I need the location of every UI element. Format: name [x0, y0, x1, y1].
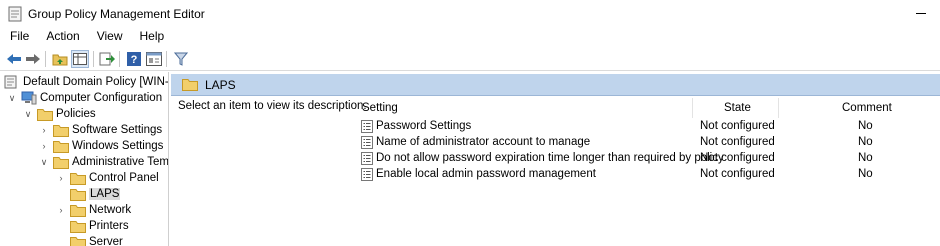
- tree-item-default-domain-policy[interactable]: Default Domain Policy [WIN-P3: [4, 74, 169, 90]
- menu-help[interactable]: Help: [130, 28, 172, 47]
- menu-action[interactable]: Action: [36, 28, 86, 47]
- setting-state: Not configured: [700, 120, 775, 132]
- properties-icon[interactable]: [145, 50, 163, 68]
- computer-icon: [21, 91, 37, 105]
- setting-name: Name of administrator account to manage: [376, 136, 591, 148]
- toolbar-separator: [166, 51, 167, 67]
- chevron-right-icon[interactable]: ›: [56, 170, 66, 186]
- console-tree: Default Domain Policy [WIN-P3 ∨ Computer…: [0, 72, 169, 246]
- toolbar-separator: [119, 51, 120, 67]
- tree-item-label: Control Panel: [89, 172, 159, 184]
- folder-icon: [182, 78, 198, 94]
- tree-item-label: Printers: [89, 220, 129, 232]
- tree-item-label: Policies: [56, 108, 96, 120]
- menu-view[interactable]: View: [87, 28, 130, 47]
- column-divider[interactable]: [692, 98, 693, 118]
- title-bar: Group Policy Management Editor: [0, 0, 940, 28]
- export-list-icon[interactable]: [98, 50, 116, 68]
- pane-title: LAPS: [205, 78, 236, 92]
- setting-name: Password Settings: [376, 120, 472, 132]
- table-row[interactable]: Enable local admin password management N…: [357, 166, 940, 182]
- tree-item-policies[interactable]: ∨ Policies: [23, 106, 96, 122]
- minimize-button[interactable]: [916, 13, 926, 14]
- column-header-setting[interactable]: Setting: [362, 98, 398, 118]
- details-pane: LAPS Select an item to view its descript…: [170, 72, 940, 246]
- forward-icon[interactable]: [24, 50, 42, 68]
- tree-item-network[interactable]: › Network: [56, 202, 131, 218]
- tree-item-label: Server: [89, 236, 123, 246]
- tree-item-label: Administrative Temp: [72, 156, 169, 168]
- tree-item-label: Default Domain Policy [WIN-P3: [23, 76, 169, 88]
- setting-comment: No: [858, 152, 873, 164]
- tree-item-administrative-templates[interactable]: ∨ Administrative Temp: [39, 154, 169, 170]
- toolbar: ?: [0, 47, 940, 71]
- tree-item-label: Windows Settings: [72, 140, 164, 152]
- policy-icon: [4, 75, 20, 89]
- folder-icon: [70, 171, 86, 185]
- table-row[interactable]: Do not allow password expiration time lo…: [357, 150, 940, 166]
- setting-comment: No: [858, 120, 873, 132]
- chevron-down-icon[interactable]: ∨: [23, 106, 33, 122]
- column-header-comment[interactable]: Comment: [842, 98, 892, 118]
- tree-item-software-settings[interactable]: › Software Settings: [39, 122, 162, 138]
- tree-item-printers[interactable]: Printers: [56, 218, 129, 234]
- chevron-right-icon[interactable]: ›: [56, 202, 66, 218]
- setting-name: Enable local admin password management: [376, 168, 596, 180]
- tree-item-computer-configuration[interactable]: ∨ Computer Configuration: [7, 90, 162, 106]
- menu-file[interactable]: File: [0, 28, 36, 47]
- toolbar-separator: [45, 51, 46, 67]
- tree-item-server[interactable]: Server: [56, 234, 123, 246]
- pane-header: LAPS: [171, 74, 940, 96]
- tree-item-label: Network: [89, 204, 132, 216]
- setting-comment: No: [858, 136, 873, 148]
- setting-state: Not configured: [700, 152, 775, 164]
- folder-icon: [70, 203, 86, 217]
- window-title: Group Policy Management Editor: [28, 7, 205, 21]
- chevron-right-icon[interactable]: ›: [39, 122, 49, 138]
- setting-comment: No: [858, 168, 873, 180]
- table-row[interactable]: Name of administrator account to manage …: [357, 134, 940, 150]
- help-icon[interactable]: ?: [125, 50, 143, 68]
- chevron-down-icon[interactable]: ∨: [7, 90, 17, 106]
- folder-icon: [70, 235, 86, 246]
- tree-item-label: Software Settings: [72, 124, 163, 136]
- filter-icon[interactable]: [172, 50, 190, 68]
- back-icon[interactable]: [5, 50, 23, 68]
- tree-item-control-panel[interactable]: › Control Panel: [56, 170, 159, 186]
- tree-item-label: Computer Configuration: [40, 92, 163, 104]
- column-divider[interactable]: [778, 98, 779, 118]
- tree-item-windows-settings[interactable]: › Windows Settings: [39, 138, 163, 154]
- chevron-down-icon[interactable]: ∨: [39, 154, 49, 170]
- table-row[interactable]: Password Settings Not configured No: [357, 118, 940, 134]
- setting-name: Do not allow password expiration time lo…: [376, 152, 724, 164]
- app-icon: [8, 6, 22, 22]
- menu-bar: File Action View Help: [0, 28, 940, 47]
- folder-icon: [53, 155, 69, 169]
- show-hide-tree-icon[interactable]: [71, 50, 89, 68]
- description-text: Select an item to view its description.: [178, 100, 367, 112]
- folder-icon: [37, 107, 53, 121]
- column-header-state[interactable]: State: [724, 98, 751, 118]
- setting-icon: [361, 168, 373, 184]
- folder-icon: [70, 187, 86, 201]
- svg-text:?: ?: [131, 54, 138, 66]
- folder-icon: [53, 139, 69, 153]
- chevron-right-icon[interactable]: ›: [39, 138, 49, 154]
- setting-state: Not configured: [700, 168, 775, 180]
- folder-icon: [70, 219, 86, 233]
- tree-item-laps[interactable]: LAPS: [56, 186, 121, 202]
- up-folder-icon[interactable]: [51, 50, 69, 68]
- setting-state: Not configured: [700, 136, 775, 148]
- tree-item-label: LAPS: [89, 188, 121, 200]
- toolbar-separator: [93, 51, 94, 67]
- folder-icon: [53, 123, 69, 137]
